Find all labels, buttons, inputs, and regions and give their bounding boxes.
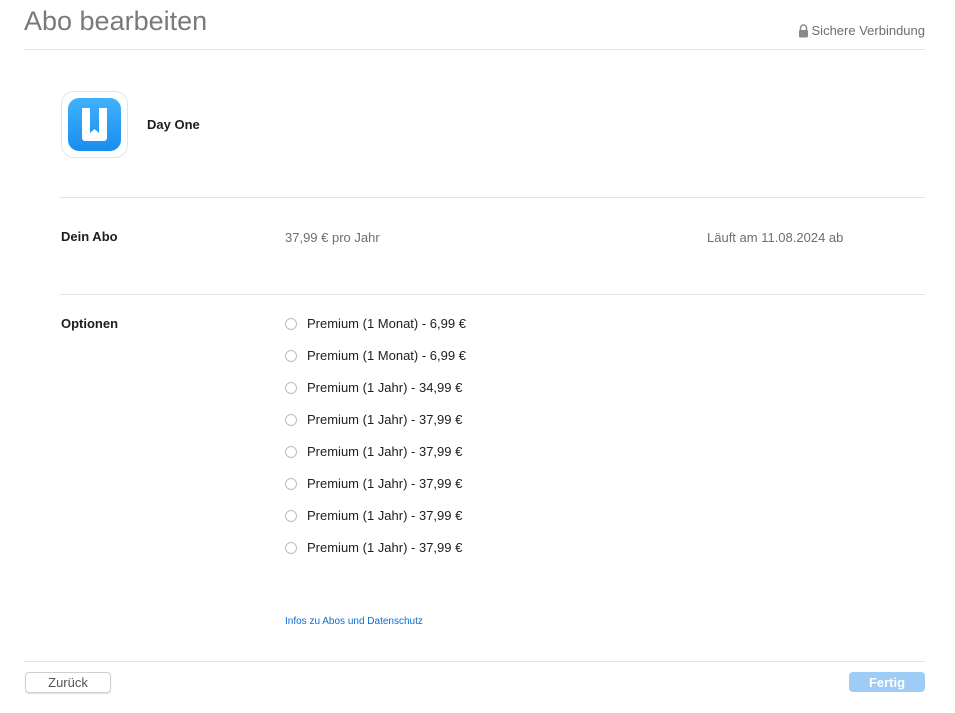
radio-button[interactable]: [285, 414, 297, 426]
subscription-options-list: Premium (1 Monat) - 6,99 € Premium (1 Mo…: [285, 315, 466, 571]
subscription-option[interactable]: Premium (1 Jahr) - 37,99 €: [285, 507, 466, 539]
option-label: Premium (1 Jahr) - 37,99 €: [307, 412, 463, 427]
option-label: Premium (1 Jahr) - 37,99 €: [307, 540, 463, 555]
radio-button[interactable]: [285, 510, 297, 522]
edit-subscription-page: Abo bearbeiten Sichere Verbindung Day On…: [0, 0, 955, 713]
section-divider: [60, 294, 925, 295]
section-divider: [60, 197, 925, 198]
page-title: Abo bearbeiten: [24, 6, 208, 36]
radio-button[interactable]: [285, 542, 297, 554]
option-label: Premium (1 Jahr) - 34,99 €: [307, 380, 463, 395]
secure-connection-label: Sichere Verbindung: [811, 23, 925, 38]
options-label: Optionen: [61, 316, 119, 331]
app-icon-graphic: [68, 98, 121, 151]
back-button[interactable]: Zurück: [25, 672, 111, 693]
radio-button[interactable]: [285, 382, 297, 394]
option-label: Premium (1 Jahr) - 37,99 €: [307, 476, 463, 491]
subscription-option[interactable]: Premium (1 Jahr) - 37,99 €: [285, 475, 466, 507]
subscription-option[interactable]: Premium (1 Jahr) - 37,99 €: [285, 411, 466, 443]
lock-icon: [798, 23, 808, 37]
radio-button[interactable]: [285, 478, 297, 490]
subscription-option[interactable]: Premium (1 Jahr) - 37,99 €: [285, 539, 466, 571]
option-label: Premium (1 Monat) - 6,99 €: [307, 348, 466, 363]
privacy-info-link[interactable]: Infos zu Abos und Datenschutz: [285, 616, 423, 627]
option-label: Premium (1 Jahr) - 37,99 €: [307, 444, 463, 459]
option-label: Premium (1 Monat) - 6,99 €: [307, 316, 466, 331]
app-info: Day One: [61, 91, 200, 158]
subscription-option[interactable]: Premium (1 Jahr) - 34,99 €: [285, 379, 466, 411]
day-one-app-icon: [61, 91, 128, 158]
current-subscription-price: 37,99 € pro Jahr: [285, 230, 380, 245]
subscription-option[interactable]: Premium (1 Jahr) - 37,99 €: [285, 443, 466, 475]
subscription-expiry: Läuft am 11.08.2024 ab: [707, 230, 844, 245]
radio-button[interactable]: [285, 350, 297, 362]
radio-button[interactable]: [285, 318, 297, 330]
done-button[interactable]: Fertig: [849, 672, 925, 692]
subscription-option[interactable]: Premium (1 Monat) - 6,99 €: [285, 315, 466, 347]
current-subscription-label: Dein Abo: [61, 229, 118, 244]
subscription-option[interactable]: Premium (1 Monat) - 6,99 €: [285, 347, 466, 379]
footer-divider: [24, 661, 925, 662]
option-label: Premium (1 Jahr) - 37,99 €: [307, 508, 463, 523]
app-name: Day One: [147, 117, 200, 132]
secure-connection-indicator: Sichere Verbindung: [798, 23, 925, 38]
radio-button[interactable]: [285, 446, 297, 458]
header: Abo bearbeiten Sichere Verbindung: [24, 0, 925, 50]
